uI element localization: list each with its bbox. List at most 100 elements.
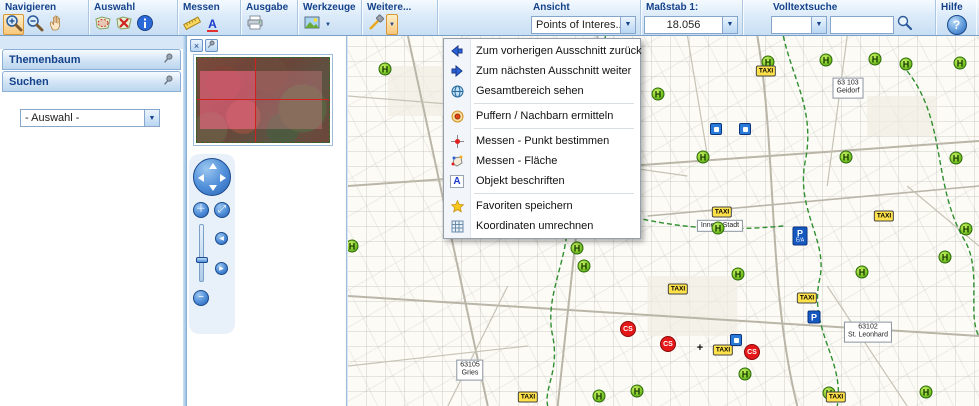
stop-marker[interactable]: H	[938, 250, 952, 264]
stop-marker[interactable]: H	[959, 222, 973, 236]
zoom-slider[interactable]	[196, 224, 208, 282]
group-label-massstab: Maßstab 1:	[646, 2, 699, 13]
map-tools-button[interactable]	[301, 14, 322, 35]
ansicht-select[interactable]: Points of Interes... ▼	[531, 15, 636, 34]
print-button[interactable]	[244, 14, 265, 35]
menu-item-measure-area[interactable]: Messen - Fläche	[444, 151, 640, 171]
select-area-button[interactable]	[92, 14, 113, 35]
pin-icon[interactable]	[163, 53, 174, 67]
zoom-out-button[interactable]	[24, 14, 45, 35]
full-extent-button[interactable]: ⤢	[214, 202, 230, 218]
pin-icon[interactable]	[163, 75, 174, 89]
parking_ea-marker[interactable]: P E/A	[792, 226, 808, 246]
previous-extent-button[interactable]: ◀	[215, 232, 228, 245]
zoom-slider-handle[interactable]	[196, 257, 208, 263]
pan-up-icon	[209, 163, 217, 169]
carsharing-marker[interactable]: CS	[744, 344, 760, 360]
chevron-down-icon: ▼	[325, 21, 331, 28]
printer-icon	[246, 14, 264, 35]
stop-marker[interactable]: H	[696, 150, 710, 164]
parking-marker[interactable]: P	[807, 310, 821, 324]
taxi-marker[interactable]: TAXI	[825, 391, 847, 403]
next-extent-button[interactable]: ▶	[215, 262, 228, 275]
sight-marker[interactable]	[710, 123, 722, 135]
sidebar-top-gap	[0, 36, 183, 49]
chevron-down-icon: ▼	[722, 16, 737, 33]
stop-marker[interactable]: H	[949, 151, 963, 165]
stop-marker[interactable]: H	[855, 265, 869, 279]
pan-button[interactable]	[45, 14, 66, 35]
stop-marker[interactable]: H	[731, 267, 745, 281]
panel-header-themenbaum[interactable]: Themenbaum	[2, 49, 181, 70]
stop-marker[interactable]: H	[570, 241, 584, 255]
toolbar-group-messen: Messen A	[178, 0, 241, 35]
overview-pin-button[interactable]	[205, 39, 218, 52]
taxi-marker[interactable]: TAXI	[755, 65, 777, 77]
weitere-dropdown-button[interactable]: ▼	[386, 14, 398, 35]
stop-marker[interactable]: H	[651, 87, 665, 101]
cross-marker[interactable]: +	[697, 342, 703, 354]
stop-marker[interactable]: H	[378, 62, 392, 76]
annotate-button[interactable]: A	[202, 14, 223, 35]
menu-item-convert-coordinates[interactable]: Koordinaten umrechnen	[444, 216, 640, 236]
taxi-marker[interactable]: TAXI	[873, 210, 895, 222]
fulltext-category-select[interactable]: ▼	[771, 15, 827, 34]
stop-marker[interactable]: H	[899, 57, 913, 71]
themenbaum-label: Themenbaum	[9, 53, 81, 66]
group-label-werkzeuge: Werkzeuge	[303, 2, 356, 13]
stop-marker[interactable]: H	[592, 389, 606, 403]
taxi-marker[interactable]: TAXI	[796, 292, 818, 304]
carsharing-marker[interactable]: CS	[660, 336, 676, 352]
overview-map[interactable]	[193, 54, 333, 146]
clear-selection-button[interactable]	[113, 14, 134, 35]
measure-button[interactable]	[181, 14, 202, 35]
weitere-menu: Zum vorherigen Ausschnitt zurück Zum näc…	[443, 38, 642, 239]
taxi-marker[interactable]: TAXI	[517, 391, 539, 403]
more-tools-button[interactable]	[365, 14, 386, 35]
carsharing-marker[interactable]: CS	[620, 321, 636, 337]
menu-item-buffer[interactable]: Puffern / Nachbarn ermitteln	[444, 106, 640, 126]
help-button[interactable]: ?	[946, 14, 967, 35]
toolbar-group-volltextsuche: Volltextsuche ▼	[768, 0, 936, 35]
stop-marker[interactable]: H	[348, 239, 359, 253]
map-zoom-in-button[interactable]: ＋	[193, 202, 209, 218]
menu-item-full-extent[interactable]: Gesamtbereich sehen	[444, 81, 640, 101]
identify-button[interactable]	[134, 14, 155, 35]
menu-item-save-favorite[interactable]: Favoriten speichern	[444, 196, 640, 216]
stop-marker[interactable]: H	[953, 56, 967, 70]
pan-hand-icon	[47, 14, 65, 35]
massstab-select[interactable]: 18.056 ▼	[644, 15, 738, 34]
label-object-icon: A	[444, 174, 470, 188]
fulltext-search-input[interactable]	[830, 15, 894, 34]
stop-marker[interactable]: H	[919, 385, 933, 399]
group-label-weitere: Weitere...	[367, 2, 412, 13]
taxi-marker[interactable]: TAXI	[712, 344, 734, 356]
stop-marker[interactable]: H	[839, 150, 853, 164]
zoom-in-button[interactable]	[3, 14, 24, 35]
toolbar-group-ausgabe: Ausgabe	[241, 0, 298, 35]
auswahl-select[interactable]: - Auswahl - ▼	[20, 109, 160, 127]
sight-marker[interactable]	[739, 123, 751, 135]
stop-marker[interactable]: H	[711, 221, 725, 235]
info-icon	[136, 14, 154, 35]
star-icon	[444, 199, 470, 213]
menu-item-previous-extent[interactable]: Zum vorherigen Ausschnitt zurück	[444, 41, 642, 61]
stop-marker[interactable]: H	[577, 259, 591, 273]
auswahl-select-value: - Auswahl -	[25, 112, 80, 124]
panel-header-suchen[interactable]: Suchen	[2, 71, 181, 92]
stop-marker[interactable]: H	[868, 52, 882, 66]
overview-close-button[interactable]: ×	[190, 39, 203, 52]
search-button[interactable]	[894, 14, 916, 35]
map-zoom-out-button[interactable]: −	[193, 290, 209, 306]
taxi-marker[interactable]: TAXI	[711, 206, 733, 218]
pan-control[interactable]	[193, 158, 231, 196]
sight-marker[interactable]	[730, 334, 742, 346]
stop-marker[interactable]: H	[738, 367, 752, 381]
stop-marker[interactable]: H	[819, 53, 833, 67]
menu-item-measure-point[interactable]: Messen - Punkt bestimmen	[444, 131, 640, 151]
werkzeuge-dropdown-button[interactable]: ▼	[322, 14, 334, 35]
stop-marker[interactable]: H	[630, 384, 644, 398]
menu-item-label-object[interactable]: A Objekt beschriften	[444, 171, 640, 191]
taxi-marker[interactable]: TAXI	[667, 283, 689, 295]
menu-item-next-extent[interactable]: Zum nächsten Ausschnitt weiter	[444, 61, 640, 81]
